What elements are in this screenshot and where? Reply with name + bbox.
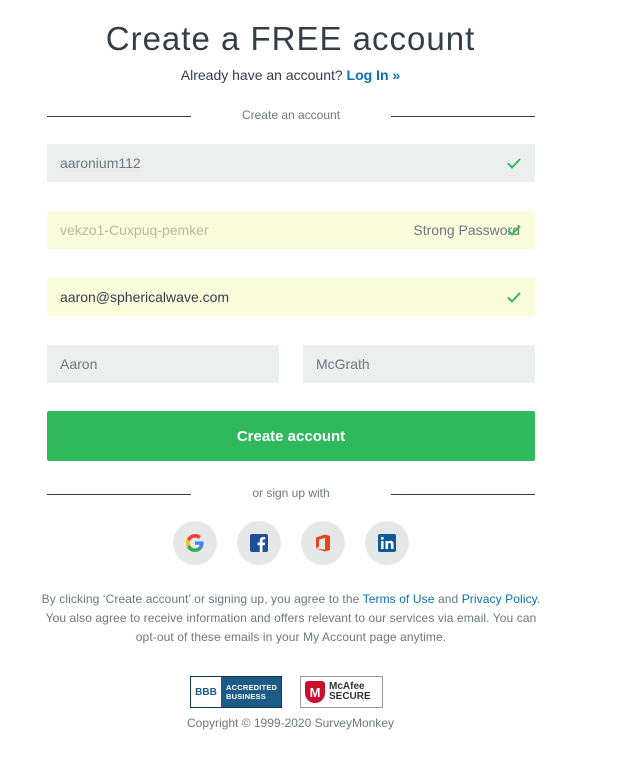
password-value: vekzo1-Cuxpuq-pemker <box>60 222 209 238</box>
create-account-button[interactable]: Create account <box>47 411 535 461</box>
terms-of-use-link[interactable]: Terms of Use <box>363 592 435 606</box>
login-prompt-text: Already have an account? <box>180 67 343 83</box>
last-name-value: McGrath <box>316 356 370 372</box>
terms-prefix: By clicking ‘Create account’ or signing … <box>41 592 360 606</box>
first-name-value: Aaron <box>60 356 98 372</box>
google-icon <box>186 534 204 552</box>
mcafee-shield-icon: M <box>305 681 325 703</box>
first-name-field[interactable]: Aaron <box>47 345 279 383</box>
mcafee-badge-text: McAfee SECURE <box>325 682 371 702</box>
terms-and: and <box>437 592 459 606</box>
terms-text: By clicking ‘Create account’ or signing … <box>40 590 542 647</box>
bbb-seal-text: BBB <box>195 686 217 698</box>
google-signup-button[interactable] <box>173 521 217 565</box>
email-field[interactable]: aaron@sphericalwave.com <box>47 278 535 316</box>
password-strength-label: Strong Password <box>413 222 520 238</box>
email-value: aaron@sphericalwave.com <box>60 289 230 305</box>
copyright-text: Copyright © 1999-2020 SurveyMonkey <box>187 716 394 730</box>
office-signup-button[interactable] <box>301 521 345 565</box>
bbb-seal-icon: BBB <box>191 677 221 707</box>
bbb-line2: BUSINESS <box>226 692 266 701</box>
facebook-signup-button[interactable] <box>237 521 281 565</box>
bbb-line1: ACCREDITED <box>226 683 278 692</box>
social-divider: or sign up with <box>47 484 535 504</box>
check-icon <box>507 158 521 169</box>
login-prompt: Already have an account? Log In » <box>0 67 581 83</box>
page-title: Create a FREE account <box>105 20 476 57</box>
mcafee-secure-badge[interactable]: M McAfee SECURE <box>300 676 383 708</box>
facebook-icon <box>250 534 268 552</box>
check-icon <box>507 292 521 303</box>
username-value: aaronium112 <box>60 155 141 171</box>
privacy-policy-link[interactable]: Privacy Policy <box>462 592 537 606</box>
login-link[interactable]: Log In » <box>347 67 401 83</box>
office-icon <box>316 534 330 552</box>
divider-label: Create an account <box>241 108 341 122</box>
username-field[interactable]: aaronium112 <box>47 144 535 182</box>
linkedin-icon <box>378 534 396 552</box>
divider-label: or sign up with <box>252 486 330 500</box>
mcafee-line2: SECURE <box>329 691 371 702</box>
password-field[interactable]: vekzo1-Cuxpuq-pemker Strong Password <box>47 211 535 249</box>
bbb-badge-text: ACCREDITED BUSINESS <box>221 683 277 701</box>
last-name-field[interactable]: McGrath <box>303 345 535 383</box>
check-icon <box>507 225 521 236</box>
divider-line <box>391 116 535 117</box>
divider-line <box>391 494 535 495</box>
create-account-divider: Create an account <box>47 106 535 126</box>
linkedin-signup-button[interactable] <box>365 521 409 565</box>
bbb-accredited-badge[interactable]: BBB ACCREDITED BUSINESS <box>190 676 282 708</box>
